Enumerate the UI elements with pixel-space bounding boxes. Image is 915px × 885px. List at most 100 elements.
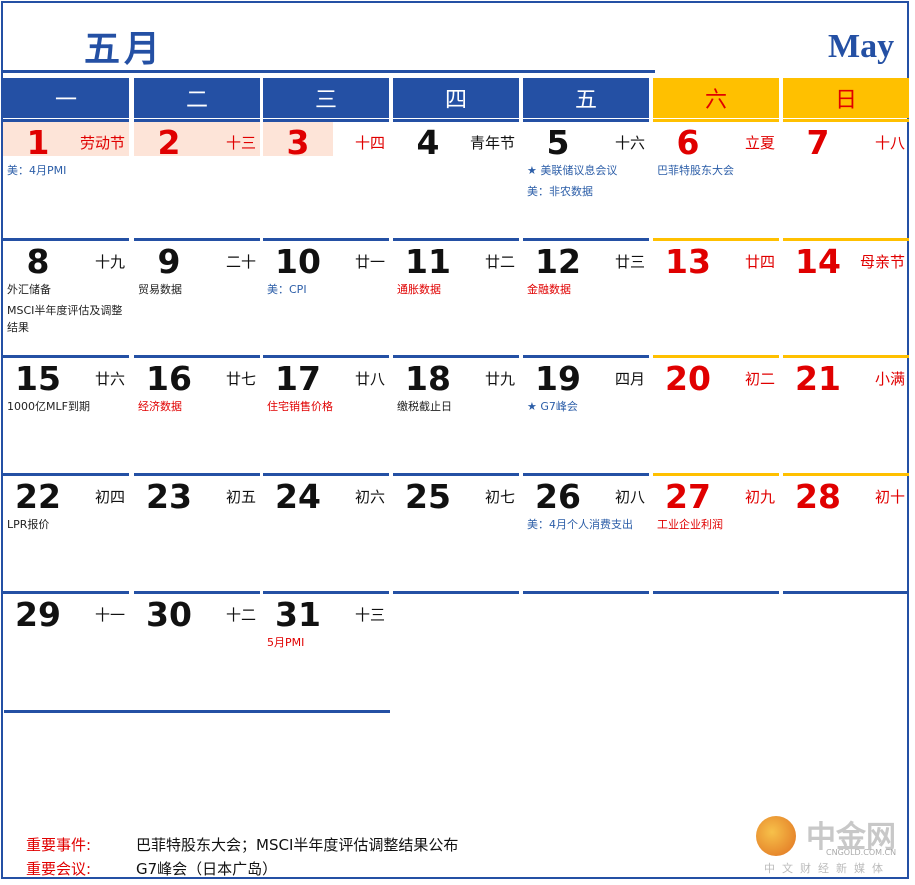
- day-number: 28: [795, 477, 841, 516]
- cell-top-bar: [263, 238, 389, 241]
- lunar-date: 廿八: [354, 370, 385, 388]
- weekday-header: 四: [393, 78, 519, 118]
- lunar-date: 小满: [874, 370, 905, 388]
- cell-top-bar: [783, 355, 909, 358]
- day-cell[interactable]: 8 十九 外汇储备 MSCI半年度评估及调整结果: [3, 238, 129, 354]
- lunar-date: 初七: [484, 488, 515, 506]
- cell-top-bar: [783, 238, 909, 241]
- day-number: 9: [157, 242, 181, 281]
- lunar-date: 十一: [94, 606, 125, 624]
- lunar-date: 立夏: [744, 134, 775, 152]
- day-number: 12: [535, 242, 581, 281]
- lunar-date: 廿六: [94, 370, 125, 388]
- day-cell[interactable]: 13 廿四: [653, 238, 779, 354]
- lunar-date: 十九: [94, 253, 125, 271]
- day-cell[interactable]: 15 廿六 1000亿MLF到期: [3, 355, 129, 471]
- day-cell[interactable]: 29 十一: [3, 591, 129, 707]
- day-number: 27: [665, 477, 711, 516]
- day-cell[interactable]: 27 初九工业企业利润: [653, 473, 779, 589]
- day-number: 5: [546, 123, 570, 162]
- day-cell[interactable]: 26 初八 美：4月个人消费支出: [523, 473, 649, 589]
- day-cell[interactable]: 25 初七: [393, 473, 519, 589]
- day-cell[interactable]: 24 初六: [263, 473, 389, 589]
- empty-day-cell: [523, 591, 649, 707]
- day-number: 16: [146, 359, 192, 398]
- day-cell[interactable]: 28 初十: [783, 473, 909, 589]
- last-row-divider: [4, 710, 390, 713]
- day-number: 2: [157, 123, 181, 162]
- day-cell[interactable]: 6 立夏 巴菲特股东大会: [653, 119, 779, 235]
- cell-top-bar: [653, 119, 779, 122]
- cell-top-bar: [393, 473, 519, 476]
- event-text: 外汇储备: [7, 283, 51, 296]
- day-cell[interactable]: 12 廿三 金融数据: [523, 238, 649, 354]
- day-cell[interactable]: 2 十三: [134, 119, 260, 235]
- day-cell[interactable]: 19 四月 ★ G7峰会: [523, 355, 649, 471]
- day-cell[interactable]: 17 廿八 住宅销售价格: [263, 355, 389, 471]
- lunar-date: 初四: [94, 488, 125, 506]
- weekday-header: 六: [653, 78, 779, 118]
- day-cell[interactable]: 11 廿二 通胀数据: [393, 238, 519, 354]
- event-text: 缴税截止日: [397, 400, 452, 413]
- lunar-date: 十八: [874, 134, 905, 152]
- day-cell[interactable]: 3 十四: [263, 119, 389, 235]
- day-cell[interactable]: 1 劳动节 美：4月PMI: [3, 119, 129, 235]
- day-number: 22: [15, 477, 61, 516]
- lunar-date: 初十: [874, 488, 905, 506]
- day-cell[interactable]: 30 十二: [134, 591, 260, 707]
- cell-top-bar: [134, 473, 260, 476]
- day-cell[interactable]: 7 十八: [783, 119, 909, 235]
- event-text: 通胀数据: [397, 283, 441, 296]
- day-cell[interactable]: 4 青年节: [393, 119, 519, 235]
- footer-meetings-value: G7峰会（日本广岛）: [136, 860, 278, 878]
- cell-top-bar: [3, 473, 129, 476]
- day-cell[interactable]: 21 小满: [783, 355, 909, 471]
- cell-top-bar: [653, 355, 779, 358]
- day-cell[interactable]: 14 母亲节: [783, 238, 909, 354]
- title-divider: [3, 70, 655, 73]
- day-number: 19: [535, 359, 581, 398]
- cell-top-bar: [783, 119, 909, 122]
- day-cell[interactable]: 23 初五: [134, 473, 260, 589]
- logo-subtitle: 中文财经新媒体: [764, 862, 890, 875]
- day-cell[interactable]: 22 初四 LPR报价: [3, 473, 129, 589]
- empty-day-cell: [783, 591, 909, 707]
- day-number: 7: [806, 123, 830, 162]
- lunar-date: 二十: [225, 253, 256, 271]
- cell-top-bar: [783, 591, 909, 594]
- cell-top-bar: [523, 355, 649, 358]
- weekday-header: 日: [783, 78, 909, 118]
- lunar-date: 初九: [744, 488, 775, 506]
- cell-top-bar: [263, 473, 389, 476]
- event-text: 工业企业利润: [657, 518, 723, 531]
- lunar-date: 初六: [354, 488, 385, 506]
- lunar-date: 青年节: [469, 134, 515, 152]
- lunar-date: 廿七: [225, 370, 256, 388]
- weekday-header: 二: [134, 78, 260, 118]
- cell-top-bar: [653, 591, 779, 594]
- footer-events: 重要事件: 巴菲特股东大会；MSCI半年度评估调整结果公布: [26, 834, 458, 855]
- lunar-date: 十三: [354, 606, 385, 624]
- day-cell[interactable]: 5 十六 ★ 美联储议息会议 美：非农数据: [523, 119, 649, 235]
- day-number: 31: [275, 595, 321, 634]
- day-cell[interactable]: 16 廿七 经济数据: [134, 355, 260, 471]
- day-number: 24: [275, 477, 321, 516]
- day-cell[interactable]: 18 廿九 缴税截止日: [393, 355, 519, 471]
- lunar-date: 廿二: [484, 253, 515, 271]
- day-cell[interactable]: 31 十三 5月PMI: [263, 591, 389, 707]
- event-text: 住宅销售价格: [267, 400, 333, 413]
- cell-top-bar: [393, 119, 519, 122]
- cell-top-bar: [263, 591, 389, 594]
- day-cell[interactable]: 10 廿一 美：CPI: [263, 238, 389, 354]
- weekday-header: 五: [523, 78, 649, 118]
- footer-meetings: 重要会议: G7峰会（日本广岛）: [26, 858, 277, 879]
- month-title-en: May: [828, 28, 895, 65]
- day-cell[interactable]: 9 二十 贸易数据: [134, 238, 260, 354]
- event-text: ★ G7峰会: [527, 400, 578, 413]
- day-cell[interactable]: 20 初二: [653, 355, 779, 471]
- cell-top-bar: [523, 473, 649, 476]
- day-number: 4: [416, 123, 440, 162]
- event-text: 美：4月PMI: [7, 164, 67, 177]
- event-text: 巴菲特股东大会: [657, 164, 734, 177]
- day-number: 10: [275, 242, 321, 281]
